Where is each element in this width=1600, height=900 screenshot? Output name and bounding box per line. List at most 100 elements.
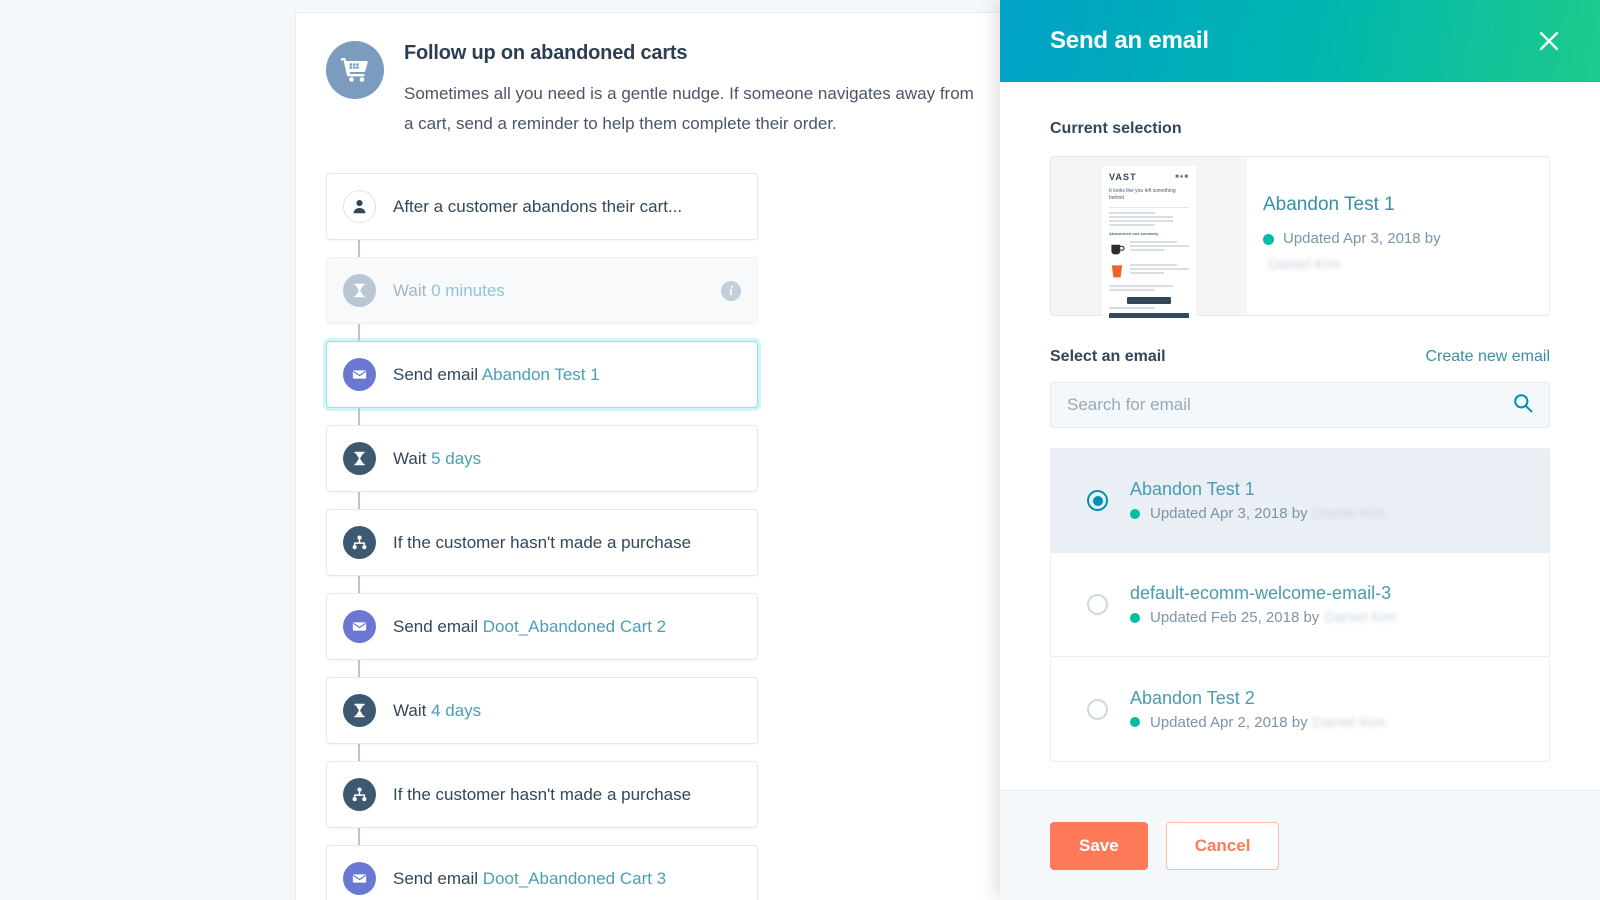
- current-selection-status: Updated Apr 3, 2018 by Daniel Kim: [1263, 226, 1513, 278]
- select-email-heading: Select an email: [1050, 348, 1166, 365]
- cancel-button[interactable]: Cancel: [1165, 821, 1280, 870]
- email-radio-button[interactable]: [1087, 594, 1108, 615]
- workflow-step-card[interactable]: Wait 0 minutes i: [326, 257, 758, 324]
- status-dot-icon: [1263, 233, 1274, 245]
- select-email-row: Select an email Create new email: [1050, 348, 1550, 366]
- workflow-step-label: Wait 4 days: [393, 701, 481, 721]
- close-icon[interactable]: [1532, 24, 1566, 58]
- thumbnail-headline: It looks like you left something behind: [1109, 188, 1176, 201]
- save-button[interactable]: Save: [1050, 821, 1148, 870]
- workflow-step-label: Wait 5 days: [393, 449, 481, 469]
- workflow-description: Sometimes all you need is a gentle nudge…: [404, 84, 974, 133]
- workflow-header: Follow up on abandoned carts Sometimes a…: [296, 13, 1014, 139]
- current-selection-updated: Updated Apr 3, 2018 by: [1283, 230, 1441, 247]
- workflow-step-prefix: Wait: [393, 280, 432, 300]
- email-icon: [343, 358, 376, 391]
- branch-icon: [343, 778, 376, 811]
- workflow-step-label: Send email Abandon Test 1: [393, 365, 600, 385]
- workflow-steps: After a customer abandons their cart... W…: [326, 173, 758, 900]
- email-item-status: Updated Apr 3, 2018 by Daniel Kim: [1130, 505, 1385, 522]
- email-item-status: Updated Feb 25, 2018 by Daniel Kim: [1130, 609, 1397, 626]
- panel-body: Current selection VAST ■●■ It looks like…: [1000, 82, 1600, 790]
- email-thumbnail-preview: VAST ■●■ It looks like you left somethin…: [1102, 166, 1196, 318]
- workflow-step-value: Abandon Test 1: [481, 364, 600, 384]
- workflow-step-label: If the customer hasn't made a purchase: [393, 533, 691, 553]
- workflow-step-card[interactable]: Wait 5 days: [326, 425, 758, 492]
- email-item-text: Abandon Test 1 Updated Apr 3, 2018 by Dani…: [1130, 479, 1385, 522]
- thumbnail-social-icons: ■●■: [1175, 174, 1189, 180]
- workflow-step-prefix: If the customer hasn't made a purchase: [393, 784, 692, 804]
- status-dot-icon: [1130, 612, 1140, 623]
- email-item-updated: Updated Feb 25, 2018 by: [1150, 609, 1320, 626]
- workflow-step-card[interactable]: If the customer hasn't made a purchase: [326, 509, 758, 576]
- thumbnail-section-label: Abandoned cart summary: [1109, 231, 1159, 236]
- email-list: Abandon Test 1 Updated Apr 3, 2018 by Dani…: [1050, 448, 1550, 762]
- workflow-step-prefix: If the customer hasn't made a purchase: [393, 532, 692, 552]
- email-item-author: Daniel Kim: [1312, 505, 1386, 522]
- email-item-status: Updated Apr 2, 2018 by Daniel Kim: [1130, 714, 1385, 731]
- email-icon: [343, 862, 376, 895]
- search-email-box[interactable]: [1050, 382, 1550, 428]
- email-item-name: Abandon Test 2: [1130, 687, 1255, 708]
- email-item-text: default-ecomm-welcome-email-3 Updated Feb…: [1130, 583, 1397, 626]
- hourglass-icon: [343, 442, 376, 475]
- email-thumbnail-wrap: VAST ■●■ It looks like you left somethin…: [1051, 157, 1247, 318]
- create-new-email-link[interactable]: Create new email: [1426, 348, 1551, 366]
- current-selection-name: Abandon Test 1: [1263, 194, 1395, 215]
- workflow-step-card[interactable]: After a customer abandons their cart...: [326, 173, 758, 240]
- thumbnail-product-cup-icon: [1111, 265, 1123, 278]
- email-item-text: Abandon Test 2 Updated Apr 2, 2018 by Dani…: [1130, 688, 1385, 731]
- hourglass-icon: [343, 274, 376, 307]
- search-input[interactable]: [1067, 395, 1513, 415]
- workflow-step-card[interactable]: Send email Doot_Abandoned Cart 2: [326, 593, 758, 660]
- status-dot-icon: [1130, 717, 1140, 727]
- email-item-author: Daniel Kim: [1324, 609, 1397, 626]
- shopping-cart-icon: [326, 41, 384, 99]
- workflow-step-prefix: Wait: [393, 700, 432, 720]
- workflow-step-prefix: After a customer abandons their cart...: [393, 196, 683, 216]
- email-item-author: Daniel Kim: [1312, 713, 1386, 731]
- email-radio-button[interactable]: [1087, 698, 1108, 720]
- workflow-step-card[interactable]: Send email Doot_Abandoned Cart 3: [326, 845, 758, 900]
- email-item-name: Abandon Test 1: [1130, 479, 1255, 499]
- thumbnail-cta-button: [1127, 297, 1171, 304]
- workflow-step-value: Doot_Abandoned Cart 2: [482, 616, 667, 636]
- branch-icon: [343, 526, 376, 559]
- screen: Follow up on abandoned carts Sometimes a…: [0, 0, 1600, 900]
- workflow-step-prefix: Wait: [393, 448, 432, 468]
- workflow-canvas: Follow up on abandoned carts Sometimes a…: [295, 12, 1015, 900]
- email-radio-button[interactable]: [1087, 490, 1108, 511]
- email-list-item[interactable]: Abandon Test 1 Updated Apr 3, 2018 by Dani…: [1051, 449, 1549, 553]
- workflow-step-value: Doot_Abandoned Cart 3: [482, 868, 667, 888]
- thumbnail-brand: VAST: [1109, 172, 1137, 182]
- page-title: Follow up on abandoned carts: [404, 42, 688, 64]
- current-selection-author: Daniel Kim: [1268, 256, 1341, 273]
- search-icon[interactable]: [1513, 393, 1533, 418]
- workflow-step-label: If the customer hasn't made a purchase: [393, 785, 691, 805]
- workflow-step-label: Send email Doot_Abandoned Cart 3: [393, 869, 666, 889]
- email-item-updated: Updated Apr 3, 2018 by: [1150, 505, 1308, 522]
- info-icon[interactable]: i: [721, 280, 741, 301]
- email-icon: [343, 610, 376, 643]
- workflow-step-card[interactable]: Wait 4 days: [326, 677, 758, 744]
- workflow-step-card[interactable]: Send email Abandon Test 1: [326, 341, 758, 408]
- current-selection-heading: Current selection: [1050, 120, 1182, 137]
- email-item-updated: Updated Apr 2, 2018 by: [1150, 713, 1308, 731]
- workflow-step-label: After a customer abandons their cart...: [393, 197, 682, 217]
- status-dot-icon: [1130, 508, 1140, 519]
- contact-icon: [343, 190, 376, 223]
- workflow-step-value: 4 days: [431, 700, 482, 720]
- workflow-step-card[interactable]: If the customer hasn't made a purchase: [326, 761, 758, 828]
- panel-title: Send an email: [1050, 27, 1209, 54]
- thumbnail-footer: [1109, 313, 1189, 318]
- email-list-item[interactable]: default-ecomm-welcome-email-3 Updated Feb…: [1051, 553, 1549, 657]
- workflow-step-prefix: Send email: [393, 616, 483, 636]
- current-selection-card: VAST ■●■ It looks like you left somethin…: [1050, 156, 1550, 318]
- send-an-email-panel: Send an email Current selection VAST ■●■: [1000, 0, 1600, 900]
- workflow-step-label: Wait 0 minutes: [393, 281, 505, 301]
- panel-footer: Save Cancel: [1000, 790, 1600, 900]
- panel-header: Send an email: [1000, 0, 1600, 82]
- email-list-item[interactable]: Abandon Test 2 Updated Apr 2, 2018 by Dani…: [1051, 657, 1549, 761]
- workflow-step-label: Send email Doot_Abandoned Cart 2: [393, 617, 666, 637]
- email-item-name: default-ecomm-welcome-email-3: [1130, 583, 1392, 603]
